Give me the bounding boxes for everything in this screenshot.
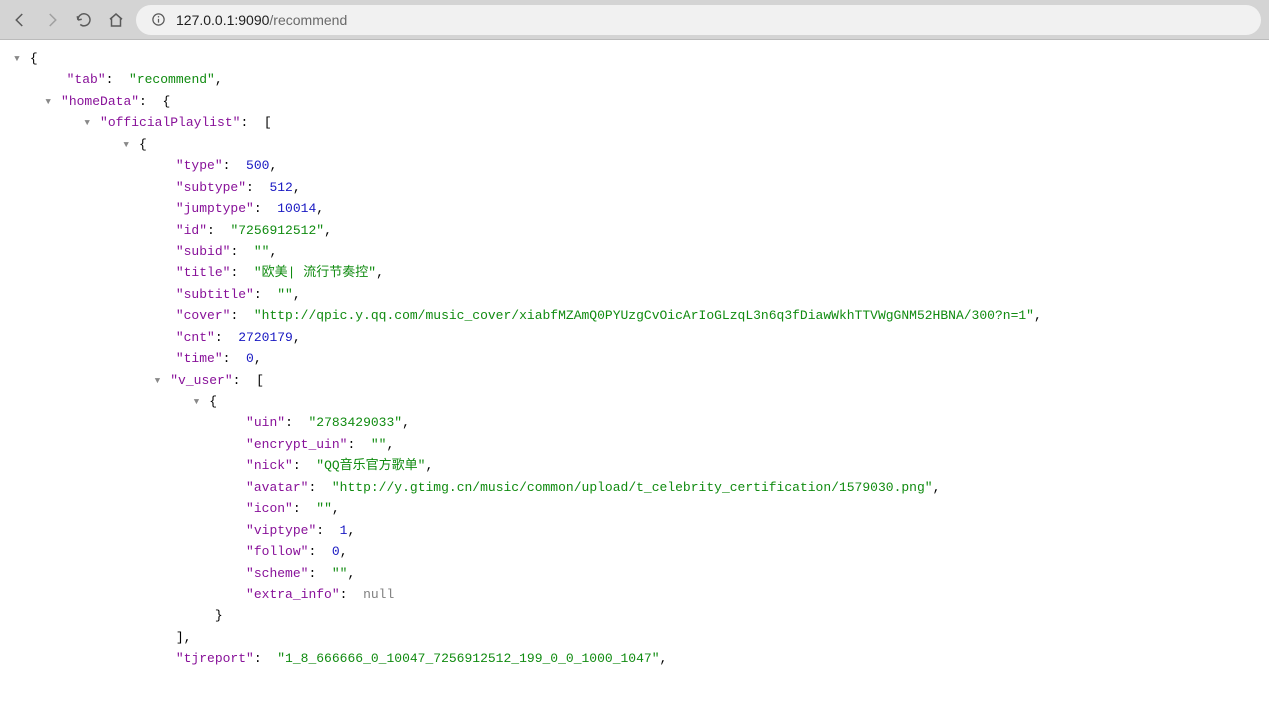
json-key: "nick"	[246, 458, 293, 473]
json-key: "follow"	[246, 544, 308, 559]
home-icon	[107, 11, 125, 29]
json-value: 500	[246, 158, 269, 173]
json-value: "http://y.gtimg.cn/music/common/upload/t…	[332, 480, 933, 495]
json-key: "title"	[176, 265, 231, 280]
url-text: 127.0.0.1:9090/recommend	[176, 12, 347, 28]
json-value: "7256912512"	[230, 223, 324, 238]
json-value: ""	[316, 501, 332, 516]
url-host: 127.0.0.1:9090	[176, 12, 269, 28]
json-key: "subid"	[176, 244, 231, 259]
json-key: "jumptype"	[176, 201, 254, 216]
json-key: "viptype"	[246, 523, 316, 538]
arrow-right-icon	[43, 11, 61, 29]
arrow-left-icon	[11, 11, 29, 29]
url-path: /recommend	[269, 12, 347, 28]
json-key: "icon"	[246, 501, 293, 516]
json-value: "recommend"	[129, 72, 215, 87]
collapse-toggle[interactable]: ▼	[43, 95, 53, 110]
json-key: "tjreport"	[176, 651, 254, 666]
forward-button[interactable]	[40, 8, 64, 32]
json-value: "1_8_666666_0_10047_7256912512_199_0_0_1…	[277, 651, 659, 666]
collapse-toggle[interactable]: ▼	[82, 116, 92, 131]
json-value: 2720179	[238, 330, 293, 345]
json-value: "http://qpic.y.qq.com/music_cover/xiabfM…	[254, 308, 1034, 323]
json-key: "cnt"	[176, 330, 215, 345]
collapse-toggle[interactable]: ▼	[121, 138, 131, 153]
reload-button[interactable]	[72, 8, 96, 32]
json-value: null	[363, 587, 394, 602]
json-value: 10014	[277, 201, 316, 216]
json-key: "time"	[176, 351, 223, 366]
json-value: "2783429033"	[308, 415, 402, 430]
home-button[interactable]	[104, 8, 128, 32]
json-value: ""	[371, 437, 387, 452]
url-bar[interactable]: 127.0.0.1:9090/recommend	[136, 5, 1261, 35]
json-key: "extra_info"	[246, 587, 340, 602]
json-viewer: ▼ { "tab": "recommend", ▼ "homeData": { …	[0, 40, 1269, 710]
collapse-toggle[interactable]: ▼	[152, 374, 162, 389]
browser-toolbar: 127.0.0.1:9090/recommend	[0, 0, 1269, 40]
collapse-toggle[interactable]: ▼	[191, 395, 201, 410]
json-value: ""	[254, 244, 270, 259]
json-key: "cover"	[176, 308, 231, 323]
json-value: ""	[277, 287, 293, 302]
json-key: "encrypt_uin"	[246, 437, 347, 452]
json-key: "avatar"	[246, 480, 308, 495]
json-value: "QQ音乐官方歌单"	[316, 458, 425, 473]
json-key: "homeData"	[61, 94, 139, 109]
collapse-toggle[interactable]: ▼	[12, 52, 22, 67]
json-key: "scheme"	[246, 566, 308, 581]
back-button[interactable]	[8, 8, 32, 32]
json-key: "subtitle"	[176, 287, 254, 302]
json-key: "type"	[176, 158, 223, 173]
reload-icon	[75, 11, 93, 29]
json-key: "tab"	[67, 72, 106, 87]
json-value: 0	[246, 351, 254, 366]
json-key: "subtype"	[176, 180, 246, 195]
json-key: "officialPlaylist"	[100, 115, 240, 130]
json-value: 512	[269, 180, 292, 195]
json-key: "uin"	[246, 415, 285, 430]
info-icon	[150, 12, 166, 28]
json-value: 0	[332, 544, 340, 559]
json-value: ""	[332, 566, 348, 581]
json-key: "v_user"	[170, 373, 232, 388]
json-value: "欧美| 流行节奏控"	[254, 265, 376, 280]
json-key: "id"	[176, 223, 207, 238]
